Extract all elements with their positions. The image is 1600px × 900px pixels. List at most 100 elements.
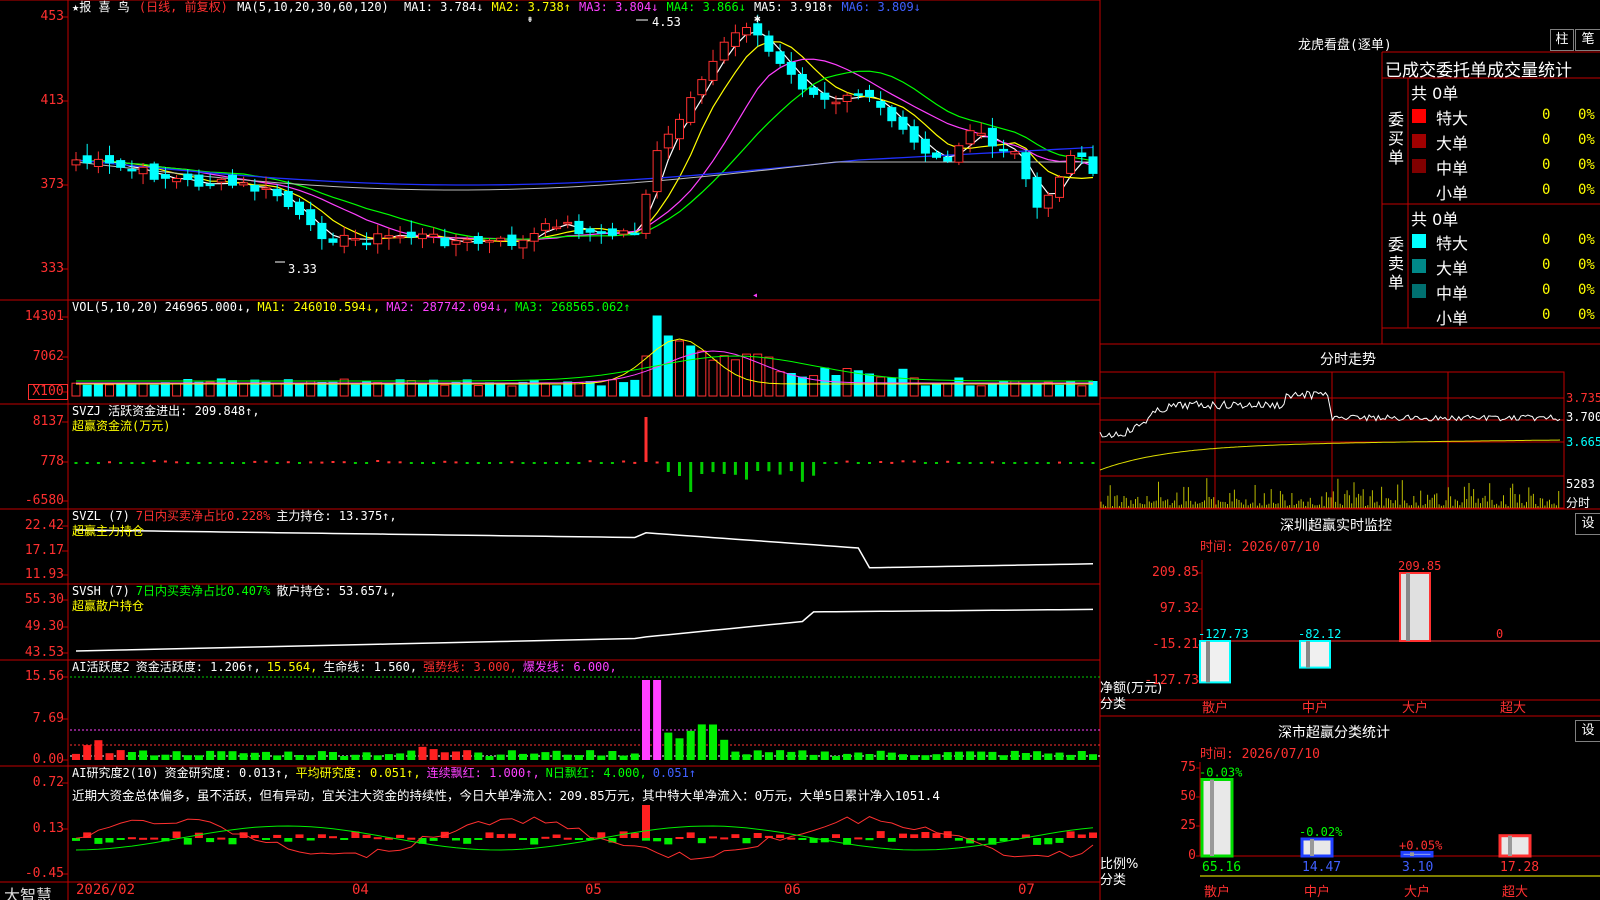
activity-bar	[384, 754, 393, 760]
ma-value-1: MA1: 3.784↓	[404, 0, 484, 14]
tick-view-button[interactable]: 笔	[1575, 29, 1600, 51]
research-bar	[485, 832, 494, 838]
candle	[1055, 176, 1064, 198]
candle	[1066, 155, 1076, 174]
money-flow-bar	[923, 462, 927, 464]
cls-bar-delta: +0.05%	[1399, 838, 1443, 852]
volume-bar	[630, 379, 640, 397]
candle	[283, 191, 293, 207]
money-flow-bar	[197, 462, 201, 464]
activity-bar	[832, 755, 840, 760]
svzj-axis-tick: 778	[40, 454, 64, 469]
money-flow-bar	[353, 462, 357, 464]
period-label[interactable]: (日线, 前复权)	[139, 0, 228, 14]
money-flow-bar	[767, 462, 771, 472]
analysis-comment: 近期大资金总体偏多，虽不活跃，但有异动，宜关注大资金的持续性，今日大单净流入：2…	[72, 788, 940, 803]
money-flow-bar	[711, 462, 715, 473]
money-flow-bar	[275, 462, 279, 464]
fenshi-axis-tick: 3.700	[1566, 410, 1600, 424]
vol-item-4: MA3: 268565.062↑	[515, 300, 631, 314]
ma-value-5: MA5: 3.918↑	[753, 0, 834, 14]
order-stats-title: 已成交委托单成交量统计	[1385, 61, 1572, 81]
cls-bar-3	[1498, 834, 1532, 858]
buy-total: 共 0单	[1411, 84, 1459, 103]
research-bar	[642, 805, 650, 838]
activity-bar	[865, 754, 874, 760]
cls-bar-value: 65.16	[1202, 860, 1241, 875]
candle	[250, 184, 260, 192]
research-bar	[519, 838, 527, 840]
air-axis-tick: -0.45	[24, 866, 64, 881]
cls-settings-button[interactable]: 设	[1575, 720, 1600, 742]
activity-bar	[809, 754, 818, 760]
ma-value-6: MA6: 3.809↓	[841, 0, 921, 14]
candle	[898, 116, 908, 130]
lhb-title: 龙虎看盘(逐单)	[1298, 38, 1392, 53]
volume-bar	[160, 382, 170, 397]
candle	[809, 87, 819, 95]
volume-bar	[976, 385, 986, 397]
money-flow-bar	[398, 461, 402, 464]
research-bar	[429, 838, 438, 841]
candle	[596, 231, 606, 234]
sz-bar-0	[1199, 640, 1231, 684]
money-flow-bar	[968, 462, 972, 464]
activity-bar	[530, 753, 539, 760]
money-flow-bar	[320, 461, 324, 464]
candle	[216, 178, 226, 183]
research-bar	[776, 834, 785, 838]
volume-bar	[943, 383, 953, 397]
money-flow-bar	[454, 461, 458, 464]
bar-view-button[interactable]: 柱	[1550, 29, 1574, 51]
money-flow-bar	[666, 462, 670, 472]
activity-bar	[787, 751, 796, 760]
volume-bar	[876, 376, 886, 397]
cls-axis-tick: 50	[1180, 789, 1196, 804]
research-bar	[675, 837, 684, 839]
research-bar	[172, 831, 181, 838]
money-flow-bar	[510, 461, 514, 464]
research-bar	[452, 838, 460, 841]
volume-bar	[831, 375, 841, 397]
candle	[943, 156, 953, 162]
research-bar	[1089, 832, 1097, 838]
activity-bar	[686, 730, 695, 760]
money-flow-bar	[879, 461, 883, 463]
research-bar	[1033, 838, 1042, 845]
stock-title[interactable]: ★报 喜 鸟	[72, 0, 130, 14]
candle	[507, 234, 517, 247]
sz-ylabel-1: 净额(万元)	[1100, 681, 1163, 696]
activity-bar	[452, 751, 460, 760]
volume-bar	[607, 379, 617, 397]
candle	[406, 231, 416, 238]
order-row-name: 小单	[1436, 184, 1469, 203]
stock-chart[interactable]: ⇟ ✱◂-127.73散户-82.12中户209.85大户0超大65.16-0.0…	[0, 0, 1600, 900]
research-bar	[954, 838, 963, 841]
sz-bar-2	[1399, 572, 1431, 642]
activity-bar	[519, 753, 527, 760]
candle	[641, 193, 651, 234]
activity-bar	[574, 755, 583, 760]
activity-bar	[496, 754, 505, 760]
research-bar	[217, 837, 226, 840]
activity-bar	[820, 751, 829, 760]
money-flow-bar	[219, 462, 223, 464]
research-bar	[1055, 838, 1064, 843]
order-row-pct: 0%	[1578, 282, 1595, 298]
volume-bar	[440, 384, 450, 397]
candle	[540, 223, 550, 231]
volume-bar	[384, 383, 394, 397]
cls-time: 时间: 2026/07/10	[1200, 747, 1320, 762]
airesearch-item-1: 资金研究度: 0.013↑,	[164, 766, 290, 780]
activity-bar	[127, 752, 136, 760]
volume-bar	[93, 384, 103, 397]
money-flow-bar	[733, 462, 737, 475]
candle	[116, 160, 126, 168]
money-flow-bar	[242, 462, 246, 464]
candle	[160, 174, 170, 179]
candle	[451, 240, 461, 245]
research-bar	[731, 834, 740, 838]
order-color-swatch	[1412, 134, 1426, 148]
sz-settings-button[interactable]: 设	[1575, 513, 1600, 535]
cls-bar-delta: -0.03%	[1199, 766, 1243, 780]
